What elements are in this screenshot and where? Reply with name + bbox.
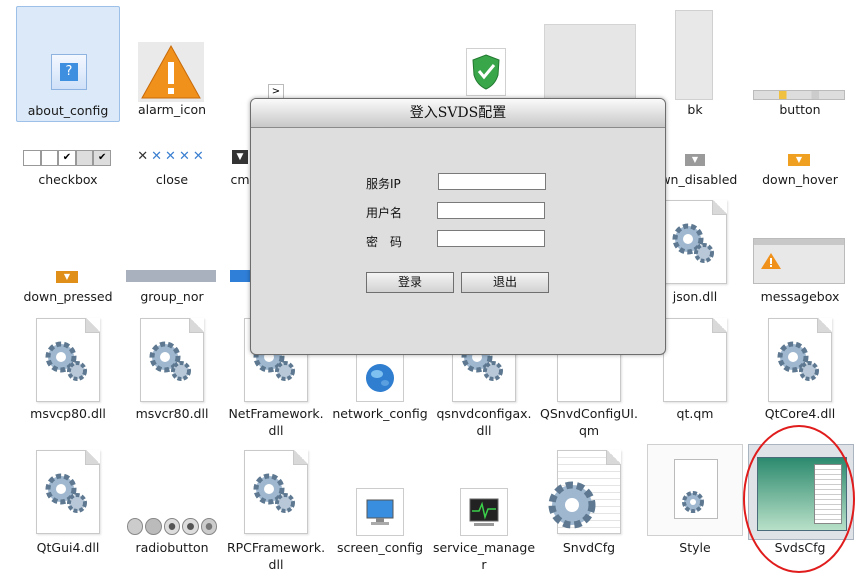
file-about-config[interactable]: ? about_config [16,6,120,122]
file-label: Style [679,540,711,555]
bar-image-icon [230,270,252,282]
messagebox-image-icon [753,238,845,284]
password-input[interactable] [437,230,545,247]
password-label: 密 码 [366,235,403,249]
dll-gear-icon [36,450,100,534]
file-alarm-icon[interactable]: alarm_icon [120,6,224,120]
file-label: down_pressed [23,289,113,304]
button-image-icon [753,90,845,100]
file-label: network_config [332,406,428,421]
dll-gear-icon [36,318,100,402]
file-button[interactable]: button [748,6,852,120]
file-down-hover[interactable]: ▼ down_hover [748,130,852,190]
dll-gear-icon [244,450,308,534]
highlight-circle [743,425,855,573]
file-label: down_hover [762,172,838,187]
file-label: msvcp80.dll [30,406,106,421]
radiobutton-image-icon [127,518,218,535]
close-image-icon: ✕✕✕✕✕ [137,149,207,164]
username-input[interactable] [437,202,545,219]
service-ip-input[interactable] [438,173,546,190]
down-arrow-icon: ▼ [685,154,705,166]
login-button[interactable]: 登录 [366,272,454,293]
file-msvcp80-dll[interactable]: msvcp80.dll [16,314,120,440]
file-label: qsnvdconfigax. dll [436,406,532,438]
file-label: radiobutton [135,540,209,555]
globe-icon [356,354,404,402]
down-arrow-icon: ▼ [788,154,810,166]
image-placeholder [544,24,636,102]
file-radiobutton[interactable]: radiobutton [120,448,224,574]
file-label: about_config [27,103,109,118]
file-group-nor[interactable]: group_nor [120,196,224,306]
file-label: msvcr80.dll [135,406,209,421]
file-label: QtCore4.dll [764,406,836,421]
file-label: button [779,102,821,117]
heartbeat-monitor-icon [460,488,508,536]
file-label: alarm_icon [137,102,207,117]
file-label: SnvdCfg [562,540,616,555]
help-icon: ? [51,54,87,90]
file-service-manager[interactable]: service_manage r [432,448,536,574]
dialog-title: 登入SVDS配置 [251,99,665,128]
down-arrow-icon: ▼ [56,271,78,283]
file-qtcore4-dll[interactable]: QtCore4.dll [748,314,852,440]
file-checkbox[interactable]: ✔ ✔ checkbox [16,130,120,190]
file-close[interactable]: ✕✕✕✕✕ close [120,130,224,190]
file-label: group_nor [140,289,204,304]
shield-icon [466,48,506,96]
style-file-icon [647,444,743,536]
exit-button[interactable]: 退出 [461,272,549,293]
file-label: qt.qm [676,406,714,421]
file-label: QtGui4.dll [36,540,100,555]
file-label: NetFramework. dll [228,406,324,438]
file-snvdcfg[interactable]: SnvdCfg [537,448,641,574]
file-label: screen_config [336,540,424,555]
file-style[interactable]: Style [643,444,747,574]
service-ip-label: 服务IP [366,177,401,191]
file-label: service_manage r [432,540,536,572]
file-label: messagebox [760,289,840,304]
blank-image-icon [675,10,713,100]
file-label: checkbox [38,172,98,187]
monitor-icon [356,488,404,536]
file-icon [663,318,727,402]
exe-gear-icon [548,450,621,534]
dll-gear-icon [663,200,727,284]
file-qtgui4-dll[interactable]: QtGui4.dll [16,448,120,574]
dll-gear-icon [140,318,204,402]
file-rpcframework-dll[interactable]: RPCFramework. dll [224,448,328,574]
warning-icon [138,42,204,102]
file-label: close [155,172,189,187]
login-dialog: 登入SVDS配置 服务IP 用户名 密 码 登录 退出 [250,98,666,355]
file-messagebox[interactable]: messagebox [748,196,852,306]
username-label: 用户名 [366,206,403,220]
dll-gear-icon [768,318,832,402]
file-down-pressed[interactable]: ▼ down_pressed [16,196,120,306]
file-msvcr80-dll[interactable]: msvcr80.dll [120,314,224,440]
file-screen-config[interactable]: screen_config [328,448,432,574]
checkbox-image-icon: ✔ ✔ [23,150,111,166]
file-label: QSnvdConfigUI. qm [540,406,638,438]
file-label: RPCFramework. dll [226,540,326,572]
combobox-image-icon: ▼ [232,150,248,164]
bar-image-icon [126,270,216,282]
